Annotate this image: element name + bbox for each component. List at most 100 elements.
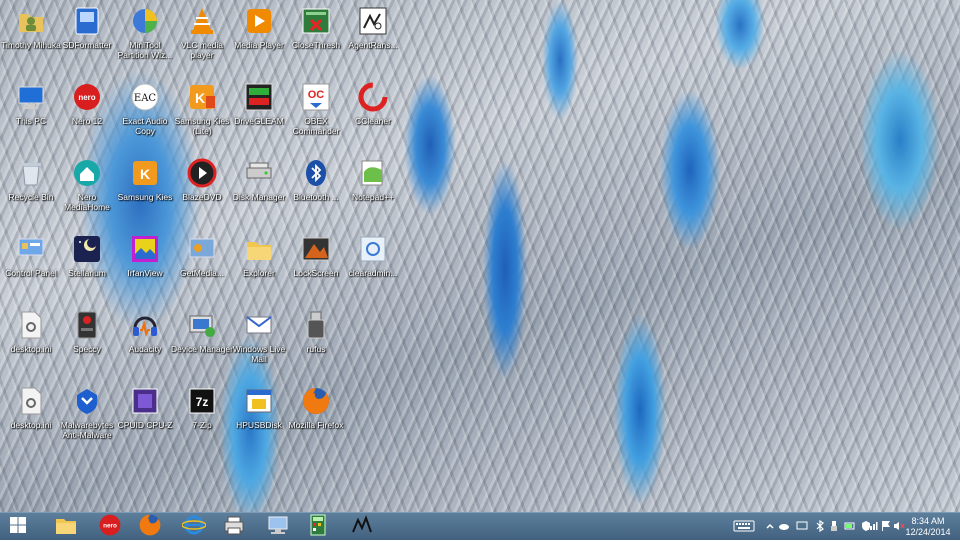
desktop-icon[interactable]: Recycle Bin — [2, 156, 60, 222]
desktop-icon-label: BlazeDVD — [182, 192, 222, 202]
desktop-icon-label: MiniTool Partition Wiz... — [117, 40, 173, 60]
bluetooth-icon[interactable] — [814, 520, 826, 532]
desktop-icon-label: desktop.ini — [10, 420, 52, 430]
media-player-icon — [242, 4, 276, 38]
desktop-icon-label: Explorer — [243, 268, 275, 278]
desktop-icon-label: Windows Live Mail — [232, 344, 286, 364]
onedrive-icon[interactable] — [778, 520, 790, 532]
agentrans-icon — [356, 4, 390, 38]
eac-icon: EAC — [128, 80, 162, 114]
flag-icon[interactable] — [880, 520, 892, 532]
desktop-icon-label: AgentRans... — [348, 40, 398, 50]
taskbar-button[interactable] — [344, 514, 380, 540]
desktop-icon[interactable]: K Samsung Kies (Lite) — [173, 80, 231, 146]
taskbar-button[interactable] — [216, 514, 252, 540]
desktop-icon[interactable]: Disk Manager — [230, 156, 288, 222]
irfanview-icon — [128, 232, 162, 266]
clearadmin-icon — [356, 232, 390, 266]
signal-icon[interactable] — [866, 520, 878, 532]
desktop-icon[interactable]: GetMedia... — [173, 232, 231, 298]
live-mail-icon — [242, 308, 276, 342]
desktop-icon-label: Stellarium — [68, 268, 106, 278]
nero-icon: nero — [70, 80, 104, 114]
taskbar-button[interactable] — [260, 514, 296, 540]
desktop-icon-label: VLC media player — [180, 40, 224, 60]
desktop-icon[interactable]: Notepad++ — [344, 156, 402, 222]
desktop-icon[interactable]: nero Nero 12 — [58, 80, 116, 146]
desktop-icon[interactable]: CCleaner — [344, 80, 402, 146]
desktop-icon[interactable]: Control Panel — [2, 232, 60, 298]
desktop-icon[interactable]: Audacity — [116, 308, 174, 374]
desktop-icon[interactable]: Device Manager — [171, 308, 233, 374]
desktop-icon-label: Notepad++ — [351, 192, 395, 202]
desktop-icon[interactable]: Nero MediaHome — [58, 156, 116, 222]
desktop-icon[interactable]: HPUSBDisk — [230, 384, 288, 450]
desktop-icon[interactable]: Stellarium — [58, 232, 116, 298]
desktop-icon-label: Nero MediaHome — [64, 192, 110, 212]
desktop-icon[interactable]: BlazeDVD — [173, 156, 231, 222]
taskbar-button[interactable] — [132, 514, 168, 540]
device-manager-icon — [185, 308, 219, 342]
desktop-icon-label: OBEX Commander — [292, 116, 340, 136]
desktop-icon[interactable]: K Samsung Kies — [116, 156, 174, 222]
taskbar-button[interactable] — [176, 514, 212, 540]
nero-icon: nero — [98, 513, 122, 542]
clock-date: 12/24/2014 — [905, 527, 951, 537]
desktop-icon[interactable]: CloseThresh — [287, 4, 345, 70]
desktop-icon[interactable]: Bluetooth ... — [287, 156, 345, 222]
calculator-icon — [306, 514, 330, 541]
svg-text:OC: OC — [308, 89, 325, 101]
desktop-icon-label: Samsung Kies (Lite) — [174, 116, 230, 136]
desktop-icon[interactable]: CPUID CPU-Z — [116, 384, 174, 450]
desktop-icon[interactable]: Explorer — [230, 232, 288, 298]
start-button[interactable] — [0, 514, 36, 540]
chevron-up-icon[interactable] — [764, 520, 776, 532]
desktop-icon-label: GetMedia... — [180, 268, 224, 278]
desktop-icon[interactable]: IrfanView — [116, 232, 174, 298]
bluetooth-icon — [299, 156, 333, 190]
desktop-icon[interactable]: rufus — [287, 308, 345, 374]
desktop-icon[interactable]: OC OBEX Commander — [287, 80, 345, 146]
desktop-icon[interactable]: Mozilla Firefox — [287, 384, 345, 450]
taskbar-button[interactable]: nero — [92, 514, 128, 540]
taskbar-button[interactable] — [300, 514, 336, 540]
desktop-icon[interactable]: This PC — [2, 80, 60, 146]
desktop-icon-label: 7-Zip — [192, 420, 212, 430]
desktop-icon-label: IrfanView — [127, 268, 163, 278]
battery-icon[interactable] — [844, 520, 856, 532]
desktop-icon[interactable]: Windows Live Mail — [230, 308, 288, 374]
usb-icon[interactable] — [828, 520, 840, 532]
desktop-icon[interactable]: clearadmin... — [344, 232, 402, 298]
explorer-folder-icon — [242, 232, 276, 266]
desktop-icon[interactable]: desktop.ini — [2, 308, 60, 374]
display-icon[interactable] — [796, 520, 808, 532]
desktop-icon[interactable]: Speccy — [58, 308, 116, 374]
desktop-icon-label: Recycle Bin — [8, 192, 54, 202]
desktop-icon-label: Mozilla Firefox — [288, 420, 344, 430]
desktop-icon[interactable]: DriveGLEAM — [230, 80, 288, 146]
clock[interactable]: 8:34 AM 12/24/2014 — [902, 516, 954, 538]
desktop-icon[interactable]: EAC Exact Audio Copy — [116, 80, 174, 146]
desktop-icon[interactable]: 7z 7-Zip — [173, 384, 231, 450]
kies-lite-icon: K — [185, 80, 219, 114]
desktop-icon[interactable]: MiniTool Partition Wiz... — [116, 4, 174, 70]
desktop-icon-label: HPUSBDisk — [236, 420, 282, 430]
desktop-icon-label: Device Manager — [171, 344, 233, 354]
desktop-icon[interactable]: AgentRans... — [344, 4, 402, 70]
audacity-icon — [128, 308, 162, 342]
speccy-icon — [70, 308, 104, 342]
desktop-icon[interactable]: LockScreen — [287, 232, 345, 298]
desktop-icon[interactable]: Media Player — [230, 4, 288, 70]
desktop[interactable]: Timothy Mihuka SDFormatter MiniTool Partit… — [0, 0, 960, 512]
desktop-icon-label: Samsung Kies — [117, 192, 173, 202]
desktop-icon[interactable]: Malwarebytes Anti-Malware — [58, 384, 116, 450]
getmedia-icon — [185, 232, 219, 266]
internet-explorer-icon — [181, 514, 207, 541]
taskbar-button[interactable] — [48, 514, 84, 540]
ini-file-icon — [14, 308, 48, 342]
desktop-icon[interactable]: Timothy Mihuka — [1, 4, 61, 70]
desktop-icon[interactable]: desktop.ini — [2, 384, 60, 450]
desktop-icon[interactable]: SDFormatter — [58, 4, 116, 70]
keyboard-icon[interactable] — [732, 520, 756, 532]
desktop-icon[interactable]: VLC media player — [173, 4, 231, 70]
